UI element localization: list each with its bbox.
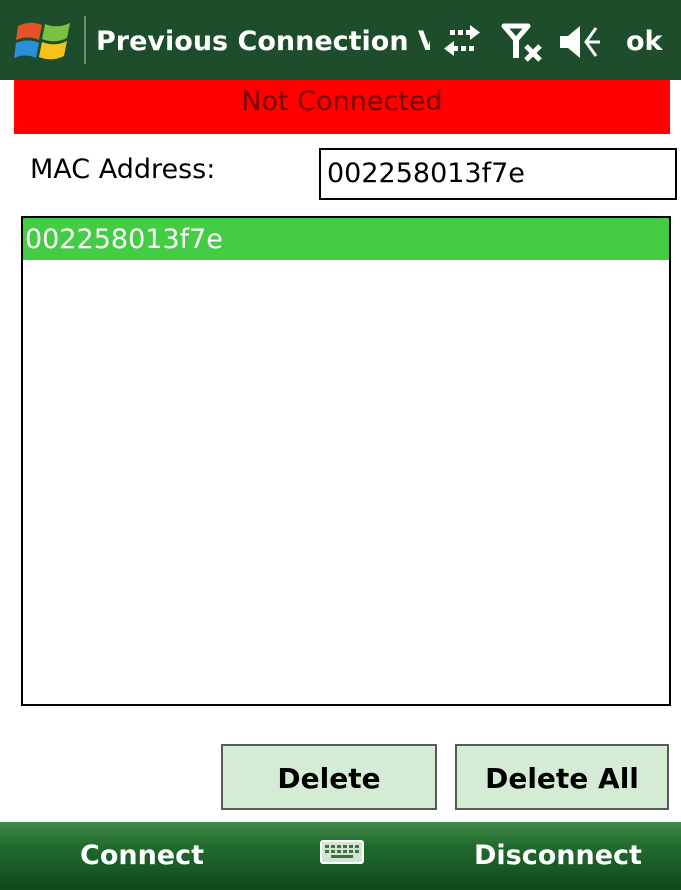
list-item[interactable]: 002258013f7e <box>23 218 669 260</box>
no-signal-icon[interactable] <box>500 22 546 62</box>
title-separator <box>84 16 86 64</box>
title-bar: Previous Connection V ok <box>0 0 681 80</box>
softkey-bar: Connect Disconnect <box>0 822 681 890</box>
windows-start-icon[interactable] <box>14 18 76 64</box>
connection-status-banner: Not Connected <box>14 80 670 134</box>
mac-address-label: MAC Address: <box>30 154 216 185</box>
ok-button[interactable]: ok <box>626 22 663 62</box>
keyboard-icon[interactable] <box>320 840 364 864</box>
volume-icon[interactable] <box>556 22 604 62</box>
disconnect-softkey[interactable]: Disconnect <box>474 836 642 876</box>
delete-all-button[interactable]: Delete All <box>455 744 669 810</box>
previous-connections-list[interactable]: 002258013f7e <box>21 216 671 706</box>
mac-address-input[interactable] <box>319 148 677 200</box>
connectivity-icon[interactable] <box>440 22 484 62</box>
connect-softkey[interactable]: Connect <box>80 836 204 876</box>
window-title: Previous Connection V <box>96 26 430 57</box>
delete-button[interactable]: Delete <box>221 744 437 810</box>
